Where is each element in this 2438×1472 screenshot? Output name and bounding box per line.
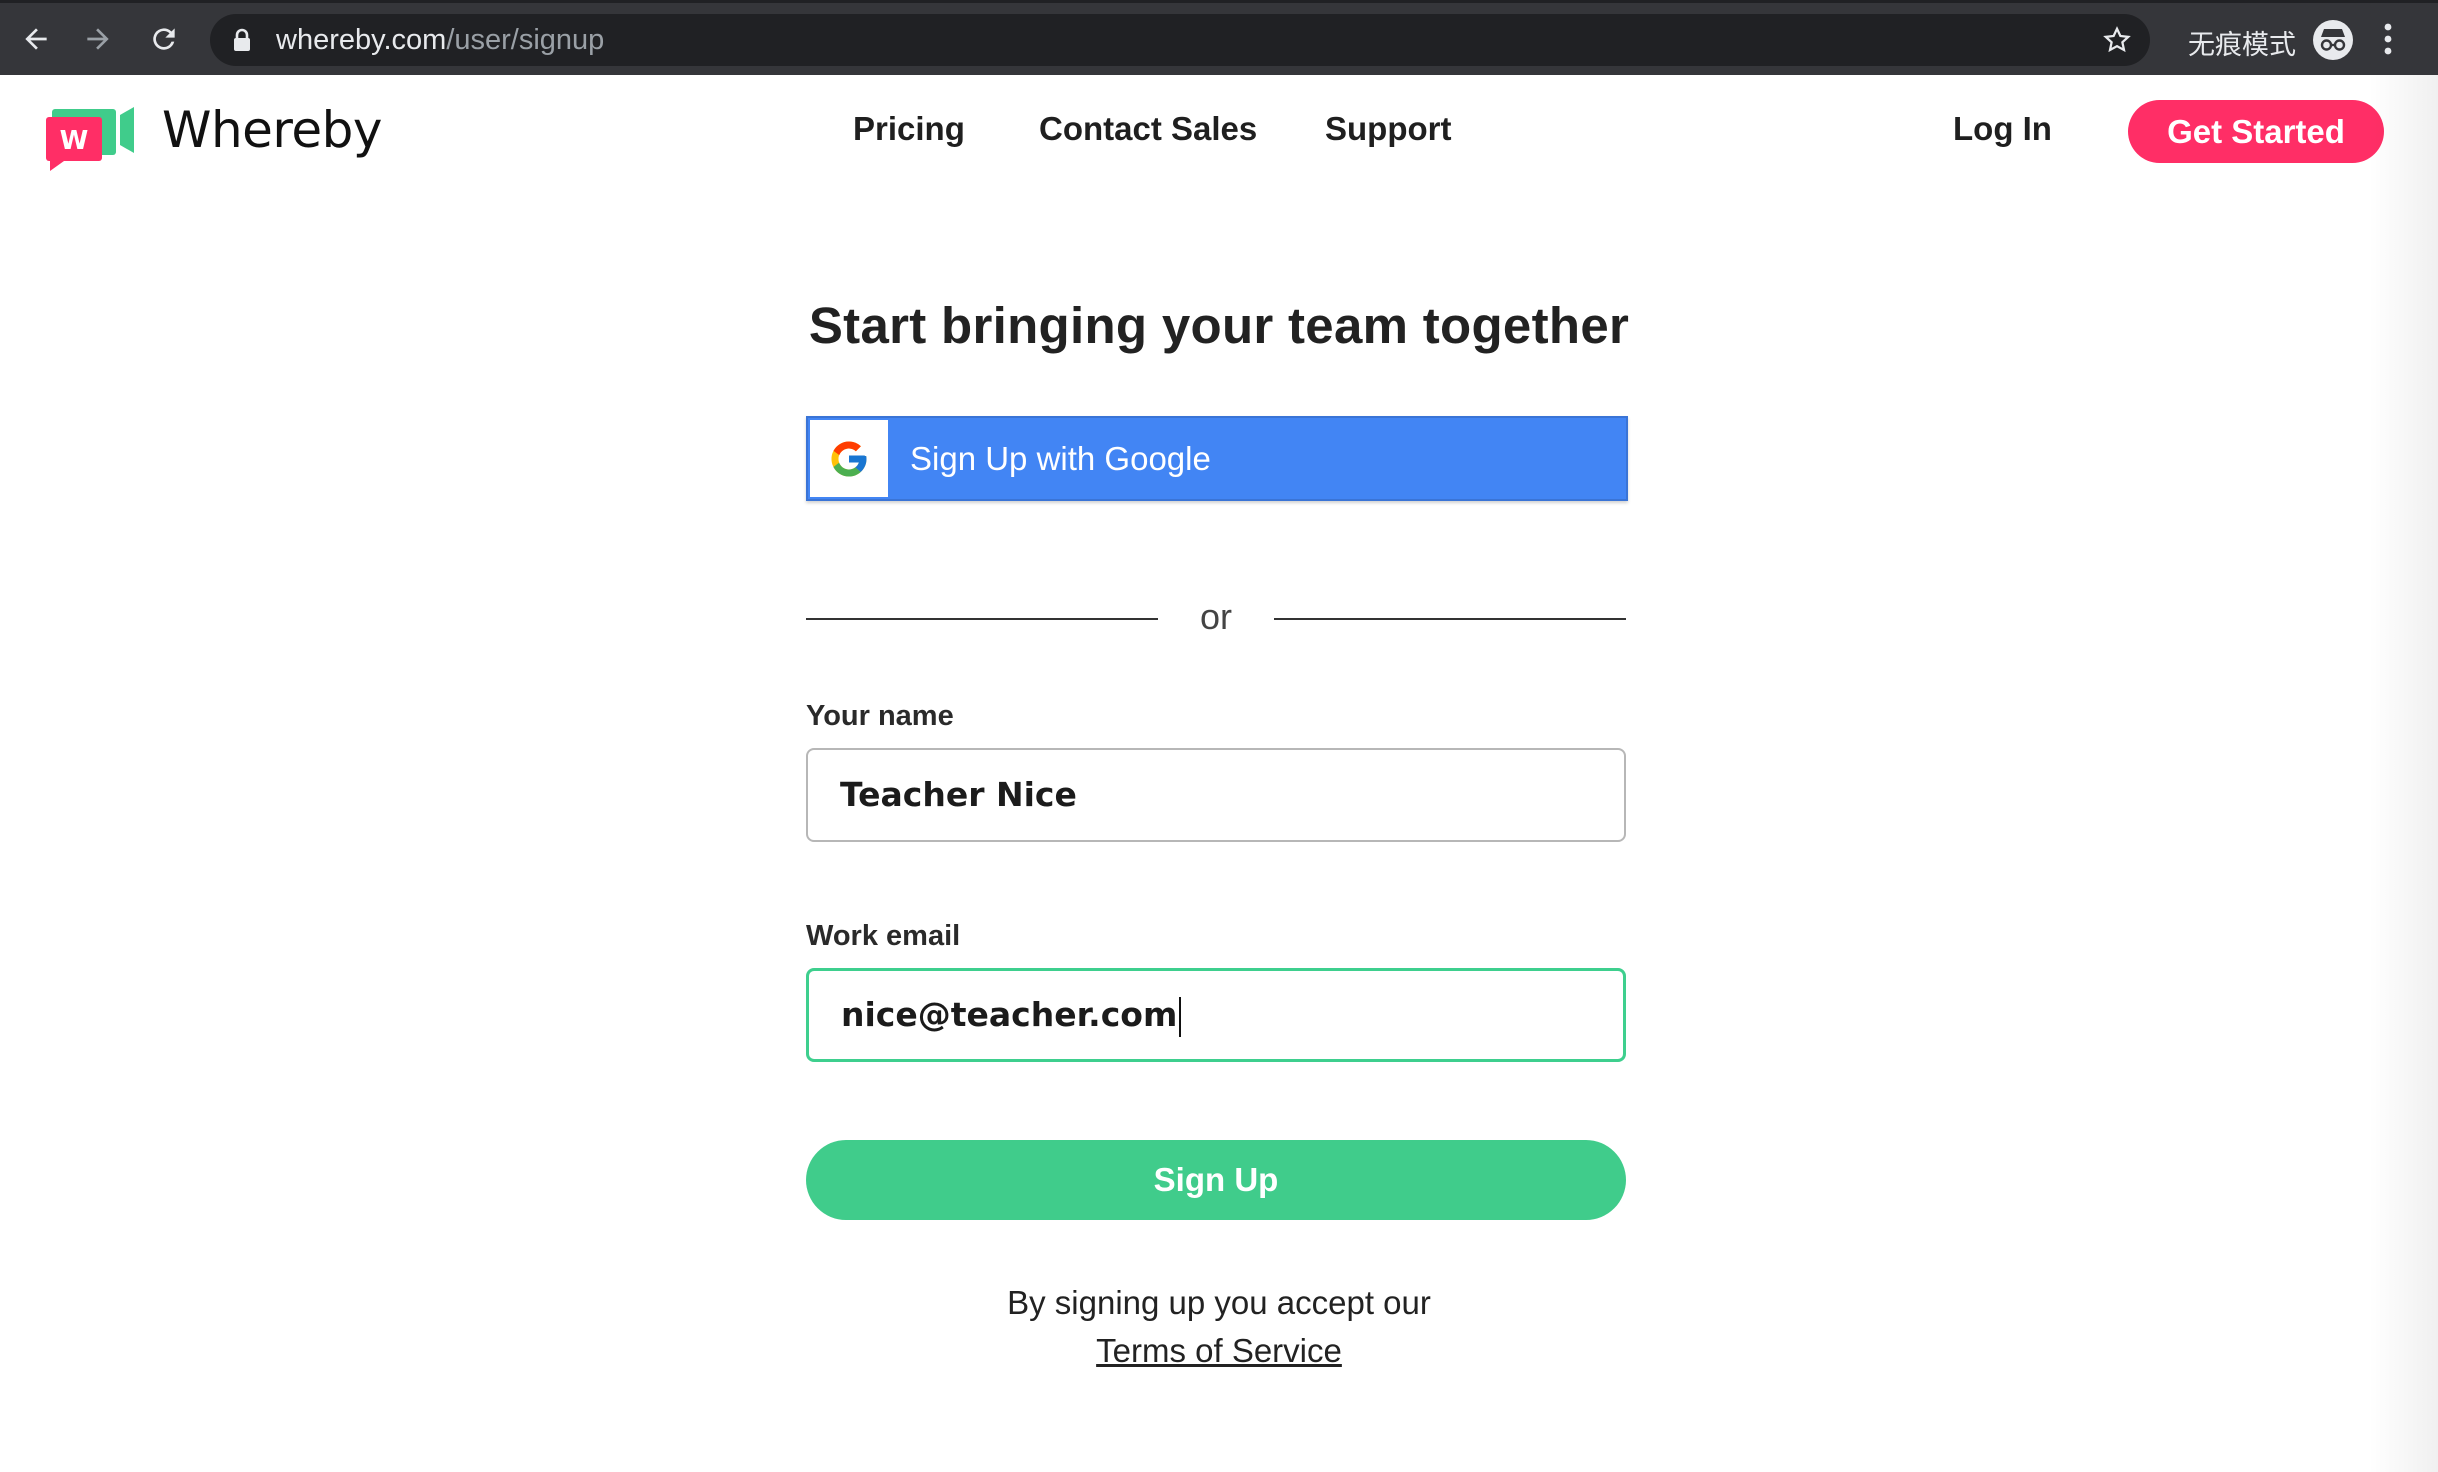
text-caret [1179,996,1182,1037]
name-input[interactable]: Teacher Nice [806,748,1626,842]
email-input-value: nice@teacher.com [841,995,1178,1034]
get-started-button[interactable]: Get Started [2128,100,2384,163]
browser-toolbar: whereby.com/user/signup 无痕模式 [0,0,2438,75]
whereby-logo-icon: W [46,107,134,171]
incognito-icon[interactable] [2312,19,2354,66]
divider-left [806,618,1158,620]
address-bar[interactable]: whereby.com/user/signup [210,14,2150,66]
site-header: W Whereby Pricing Contact Sales Support … [0,75,2438,195]
divider-right [1274,618,1626,620]
page-title: Start bringing your team together [808,297,1630,354]
google-signup-label: Sign Up with Google [910,440,1211,477]
url-text: whereby.com/user/signup [276,24,605,56]
name-input-value: Teacher Nice [840,775,1077,814]
terms-text: By signing up you accept our [1007,1284,1431,1321]
name-label: Your name [806,700,954,732]
sign-up-button[interactable]: Sign Up [806,1140,1626,1220]
google-signup-button[interactable]: Sign Up with Google [806,416,1628,501]
logo-text: Whereby [162,101,382,159]
nav-support[interactable]: Support [1325,110,1451,148]
or-separator: or [1199,596,1232,637]
incognito-label: 无痕模式 [2188,30,2296,61]
email-label: Work email [806,920,961,952]
kebab-menu-icon[interactable] [2382,21,2394,62]
star-icon[interactable] [2102,25,2132,60]
back-icon[interactable] [14,17,58,61]
login-link[interactable]: Log In [1953,110,2052,148]
nav-pricing[interactable]: Pricing [853,110,965,148]
edge-shadow [2368,75,2438,1472]
terms-of-service-link[interactable]: Terms of Service [1096,1332,1342,1369]
whereby-logo[interactable]: W Whereby [46,101,382,173]
nav-contact-sales[interactable]: Contact Sales [1039,110,1257,148]
reload-icon[interactable] [142,17,186,61]
forward-icon[interactable] [76,17,120,61]
google-icon [810,420,888,497]
email-input[interactable]: nice@teacher.com [806,968,1626,1062]
svg-text:W: W [60,126,89,156]
lock-icon [232,28,252,57]
terms-of-service-wrapper: Terms of Service [0,1332,2438,1370]
